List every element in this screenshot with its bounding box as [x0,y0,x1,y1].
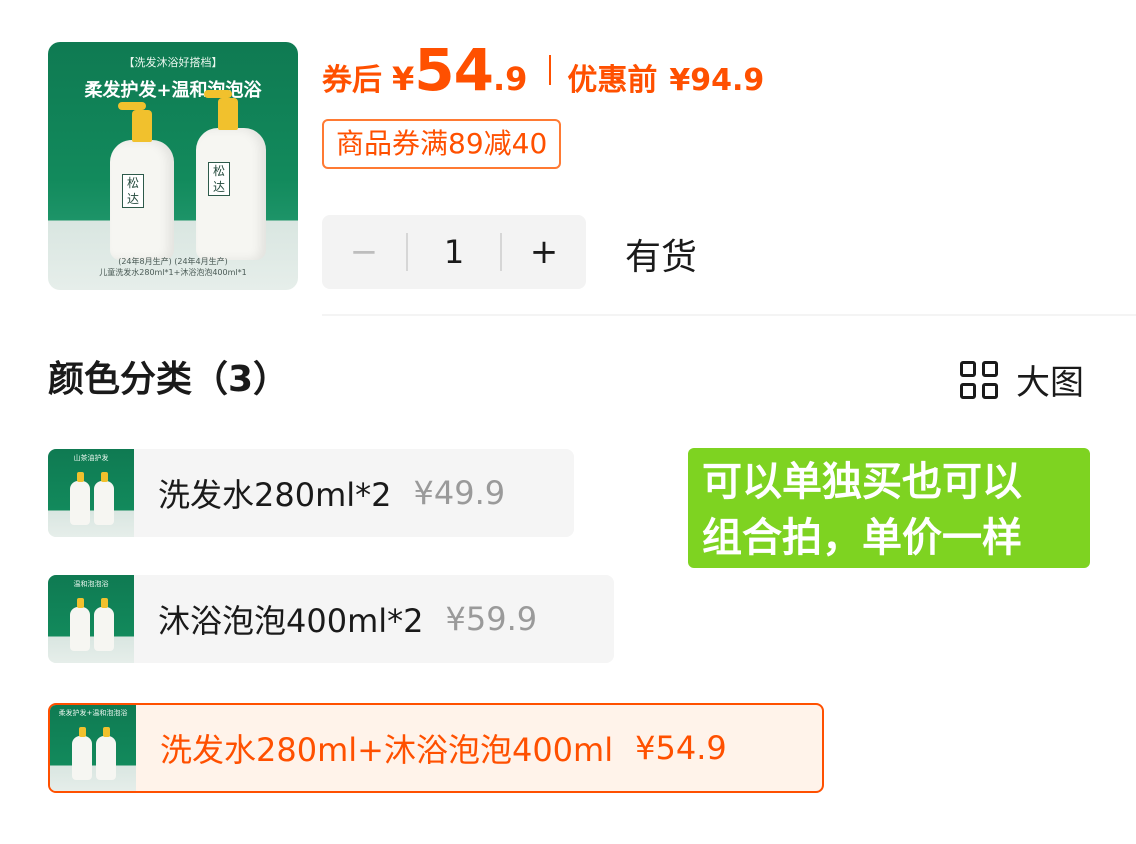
variants-title: 颜色分类（3） [48,359,290,400]
bottle-shampoo: 松达 [110,102,174,260]
thumbnail-bottle [94,472,114,525]
thumbnail-bottle [94,598,114,651]
divider [322,314,1136,316]
annotation-note: 可以单独买也可以 组合拍，单价一样 [688,448,1090,568]
note-line-1: 可以单独买也可以 [702,459,1022,505]
variant-thumbnail: 山茶油护发 [48,449,134,537]
thumbnail-label: 温和泡泡浴 [73,580,109,588]
image-caption-line2: 儿童洗发水280ml*1+沐浴泡泡400ml*1 [99,268,247,277]
variant-thumbnail: 柔发护发+温和泡泡浴 [50,705,136,791]
image-caption-line1: (24年8月生产) (24年4月生产) [118,257,228,266]
big-view-toggle[interactable]: 大图 [960,355,1084,404]
bottle-bubble-bath: 松达 [196,90,266,260]
variant-option-shampoo[interactable]: 山茶油护发 洗发水280ml*2 ¥49.9 [48,449,574,537]
stock-status: 有货 [625,237,698,278]
thumbnail-label: 山茶油护发 [73,454,109,462]
after-coupon-label: 券后 [322,63,382,98]
bottle-brand: 松达 [122,174,144,208]
thumbnail-bottle [96,727,116,780]
original-price-label: 优惠前 [567,63,658,98]
decrease-button[interactable]: − [322,232,406,272]
grid-icon [960,360,998,399]
thumbnail-label: 柔发护发+温和泡泡浴 [58,709,128,717]
variant-price: ¥49.9 [413,474,506,512]
variant-option-bubble-bath[interactable]: 温和泡泡浴 沐浴泡泡400ml*2 ¥59.9 [48,575,614,663]
variant-option-combo[interactable]: 柔发护发+温和泡泡浴 洗发水280ml+沐浴泡泡400ml ¥54.9 [48,703,824,793]
price-decimal: .9 [492,60,528,98]
thumbnail-bottle [70,472,90,525]
quantity-value[interactable]: 1 [408,233,500,271]
coupon-tag[interactable]: 商品券满89减40 [322,119,562,169]
original-price-value: ¥94.9 [669,63,765,98]
thumbnail-bottle [72,727,92,780]
currency-symbol: ¥ [392,60,415,98]
price-row: 券后 ¥ 54 .9 优惠前 ¥94.9 [322,36,764,104]
image-caption: (24年8月生产) (24年4月生产) 儿童洗发水280ml*1+沐浴泡泡400… [48,256,298,278]
increase-button[interactable]: + [502,232,586,272]
image-tagline: 【洗发沐浴好搭档】 [123,56,223,69]
product-main-image[interactable]: 【洗发沐浴好搭档】 柔发护发+温和泡泡浴 松达 松达 (24年8月生产) (24… [48,42,298,290]
variant-thumbnail: 温和泡泡浴 [48,575,134,663]
variant-name: 沐浴泡泡400ml*2 [158,602,424,640]
image-headline: 柔发护发+温和泡泡浴 [84,80,262,101]
big-view-label: 大图 [1016,363,1084,403]
quantity-stepper: − 1 + [322,215,586,289]
variant-price: ¥54.9 [635,729,727,767]
bottle-brand: 松达 [208,162,230,196]
thumbnail-bottle [70,598,90,651]
variant-name: 洗发水280ml+沐浴泡泡400ml [160,731,614,769]
variant-name: 洗发水280ml*2 [158,476,392,514]
variant-price: ¥59.9 [445,600,538,638]
note-line-2: 组合拍，单价一样 [702,515,1022,561]
price-separator [549,55,552,85]
price-integer: 54 [414,36,494,104]
